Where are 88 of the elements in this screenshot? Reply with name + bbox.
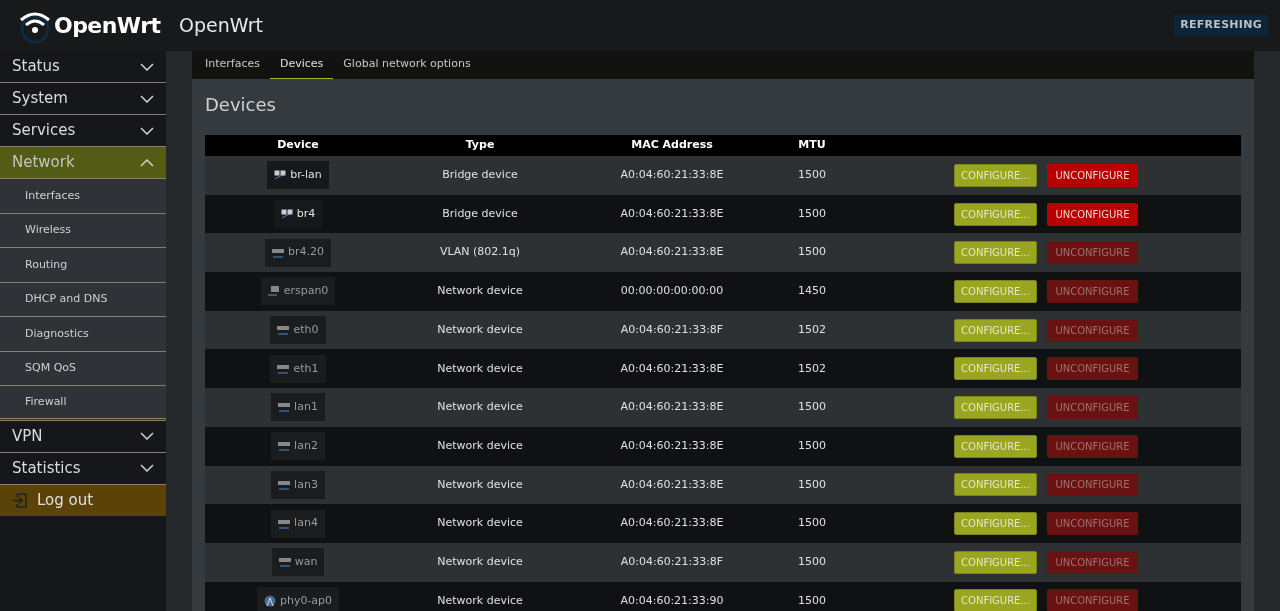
- table-cell-text: 1502: [797, 360, 827, 377]
- table-cell-text: 1500: [797, 592, 827, 609]
- device-badge[interactable]: erspan0: [260, 277, 336, 306]
- hostname: OpenWrt: [179, 13, 263, 39]
- device-badge[interactable]: lan2: [271, 432, 325, 461]
- table-cell-text: 1450: [797, 283, 827, 300]
- unconfigure-button[interactable]: UNCONFIGURE: [1047, 202, 1138, 226]
- table-cell-text: A0:04:60:21:33:8F: [619, 553, 725, 570]
- column-header: MAC Address: [630, 137, 714, 154]
- table-cell-text: A0:04:60:21:33:8E: [619, 244, 725, 261]
- table-cell-text: 1500: [797, 399, 827, 416]
- table-cell-text: Network device: [436, 592, 524, 609]
- table-cell-text: Network device: [436, 283, 524, 300]
- table-cell-text: A0:04:60:21:33:8E: [619, 205, 725, 222]
- table-cell-text: A0:04:60:21:33:8E: [619, 360, 725, 377]
- menu-item[interactable]: Network: [0, 147, 166, 179]
- table-cell-text: A0:04:60:21:33:8E: [619, 399, 725, 416]
- bridge-icon: [280, 209, 293, 220]
- table-cell-text: 1500: [797, 515, 827, 532]
- chevron-down-icon: [140, 432, 154, 440]
- table-cell-text: 1500: [797, 205, 827, 222]
- network-port-icon: [278, 479, 291, 490]
- submenu-item[interactable]: Diagnostics: [0, 317, 166, 352]
- submenu-item[interactable]: Firewall: [0, 386, 166, 421]
- table-cell-text: 00:00:00:00:00:00: [619, 283, 725, 300]
- table-cell-text: Network device: [436, 553, 524, 570]
- submenu-item[interactable]: Wireless: [0, 213, 166, 248]
- logout-icon: [12, 492, 28, 508]
- refreshing-indicator: REFRESHING: [1174, 15, 1268, 36]
- submenu-item[interactable]: Routing: [0, 248, 166, 283]
- bridge-icon: [274, 170, 287, 181]
- table-cell-text: A0:04:60:21:33:90: [619, 592, 725, 609]
- device-badge[interactable]: eth0: [270, 316, 326, 345]
- chevron-down-icon: [140, 62, 154, 71]
- network-port-icon: [272, 247, 284, 258]
- submenu-item[interactable]: DHCP and DNS: [0, 282, 166, 317]
- table-cell-text: Network device: [436, 321, 524, 338]
- table-cell-text: Network device: [436, 360, 524, 377]
- chevron-up-icon: [140, 158, 154, 167]
- table-cell-text: Network device: [436, 515, 524, 532]
- chevron-down-icon: [140, 126, 154, 135]
- table-cell-text: 1500: [797, 244, 827, 261]
- tab[interactable]: Interfaces: [195, 51, 270, 79]
- column-header: MTU: [797, 137, 827, 154]
- device-badge[interactable]: br4.20: [265, 238, 331, 267]
- column-header: Type: [464, 137, 496, 154]
- table-cell-text: 1500: [797, 553, 827, 570]
- device-badge[interactable]: lan4: [271, 509, 325, 538]
- table-cell-text: Network device: [436, 476, 524, 493]
- logout-link[interactable]: Log out: [0, 484, 166, 516]
- network-port-icon: [278, 557, 291, 568]
- column-header: Device: [276, 137, 320, 154]
- table-cell-text: A0:04:60:21:33:8F: [619, 321, 725, 338]
- device-badge[interactable]: br4: [273, 200, 323, 229]
- table-cell-text: 1500: [797, 476, 827, 493]
- submenu-item[interactable]: SQM QoS: [0, 351, 166, 386]
- device-badge[interactable]: lan3: [271, 470, 325, 499]
- table-cell-text: A0:04:60:21:33:8E: [619, 515, 725, 532]
- table-cell-text: 1500: [797, 437, 827, 454]
- device-badge[interactable]: lan1: [271, 393, 325, 422]
- device-badge[interactable]: eth1: [270, 354, 326, 383]
- submenu-item[interactable]: Interfaces: [0, 179, 166, 214]
- device-badge[interactable]: br-lan: [267, 161, 329, 190]
- chevron-down-icon: [140, 464, 154, 472]
- tab[interactable]: Global network options: [333, 51, 481, 79]
- table-cell-text: A0:04:60:21:33:8E: [619, 437, 725, 454]
- network-port-icon: [277, 325, 290, 336]
- table-cell-text: Bridge device: [441, 205, 519, 222]
- network-port-icon: [278, 402, 291, 413]
- table-cell-text: A0:04:60:21:33:8E: [619, 476, 725, 493]
- unconfigure-button[interactable]: UNCONFIGURE: [1047, 163, 1138, 187]
- antenna-icon: [263, 594, 276, 607]
- logo-text: OpenWrt: [54, 12, 161, 40]
- network-port-icon: [278, 441, 291, 452]
- table-cell-text: VLAN (802.1q): [438, 244, 522, 261]
- section-title: Devices: [205, 93, 277, 117]
- table-cell-text: 1500: [797, 167, 827, 184]
- table-cell-text: Bridge device: [441, 167, 519, 184]
- table-cell-text: 1502: [797, 321, 827, 338]
- device-badge[interactable]: phy0-ap0: [256, 586, 340, 611]
- table-cell-text: Network device: [436, 399, 524, 416]
- table-cell-text: Network device: [436, 437, 524, 454]
- network-port-icon: [277, 363, 290, 374]
- chevron-down-icon: [140, 94, 154, 103]
- computer-icon: [267, 286, 280, 297]
- network-port-icon: [278, 518, 291, 529]
- device-badge[interactable]: wan: [271, 548, 325, 577]
- table-cell-text: A0:04:60:21:33:8E: [619, 167, 725, 184]
